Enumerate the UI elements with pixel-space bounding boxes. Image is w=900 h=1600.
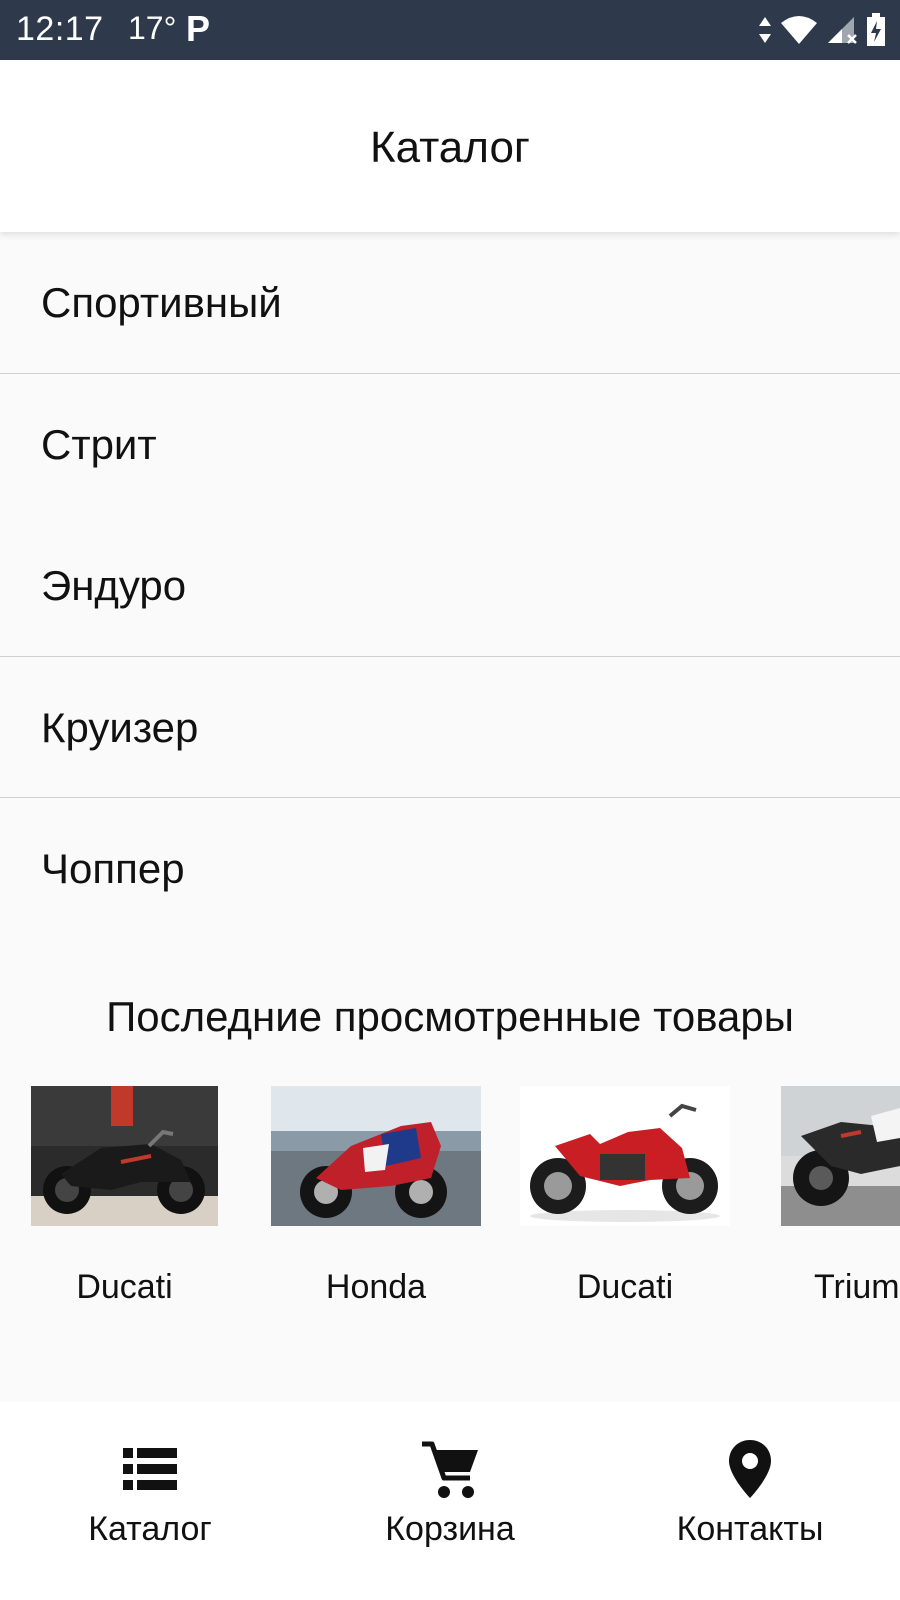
category-item-sport[interactable]: Спортивный [0, 232, 900, 374]
product-image [31, 1086, 218, 1226]
recent-products-carousel[interactable]: Ducati Honda Ducati Trium [0, 1086, 900, 1316]
cart-icon [422, 1441, 478, 1498]
product-name: Honda [325, 1268, 427, 1306]
category-label: Стрит [41, 420, 157, 468]
location-pin-icon [729, 1440, 771, 1498]
recent-section-title: Последние просмотренные товары [106, 993, 794, 1040]
category-item-enduro[interactable]: Эндуро [0, 515, 900, 657]
product-name: Ducati [76, 1268, 173, 1306]
page-title: Каталог [370, 123, 530, 172]
bottom-navigation: Каталог Корзина Контакты [0, 1402, 900, 1600]
recent-product-card[interactable]: Trium [781, 1086, 900, 1316]
recent-product-card[interactable]: Ducati [31, 1086, 243, 1316]
category-label: Круизер [41, 703, 199, 751]
cellular-signal-icon [828, 17, 857, 44]
battery-charging-icon [867, 13, 885, 46]
app-bar: Каталог [0, 60, 900, 232]
parking-app-icon: P [186, 8, 211, 49]
nav-label: Контакты [676, 1510, 824, 1548]
category-list: Спортивный Стрит Эндуро Круизер Чоппер [0, 232, 900, 940]
product-name: Trium [814, 1268, 900, 1306]
recent-product-card[interactable]: Honda [271, 1086, 483, 1316]
product-image [781, 1086, 900, 1226]
nav-label: Корзина [385, 1510, 515, 1548]
product-image [271, 1086, 481, 1226]
recent-product-card[interactable]: Ducati [520, 1086, 732, 1316]
product-image [520, 1086, 730, 1226]
status-icons [758, 10, 886, 50]
category-label: Эндуро [41, 562, 187, 609]
category-item-chopper[interactable]: Чоппер [0, 798, 900, 940]
category-label: Чоппер [41, 845, 185, 892]
product-name: Ducati [576, 1268, 674, 1306]
status-bar: 12:17 17° P [0, 0, 900, 60]
nav-tab-contacts[interactable]: Контакты [600, 1402, 900, 1600]
status-time: 12:17 [16, 10, 104, 48]
wifi-icon [781, 16, 817, 44]
nav-tab-cart[interactable]: Корзина [300, 1402, 600, 1600]
list-icon [123, 1448, 177, 1490]
nav-label: Каталог [88, 1510, 212, 1548]
category-item-street[interactable]: Стрит [0, 374, 900, 516]
nav-tab-catalog[interactable]: Каталог [0, 1402, 300, 1600]
category-label: Спортивный [41, 279, 282, 326]
category-item-cruiser[interactable]: Круизер [0, 657, 900, 798]
data-transfer-icon [759, 17, 771, 43]
status-temperature: 17° [128, 10, 177, 46]
